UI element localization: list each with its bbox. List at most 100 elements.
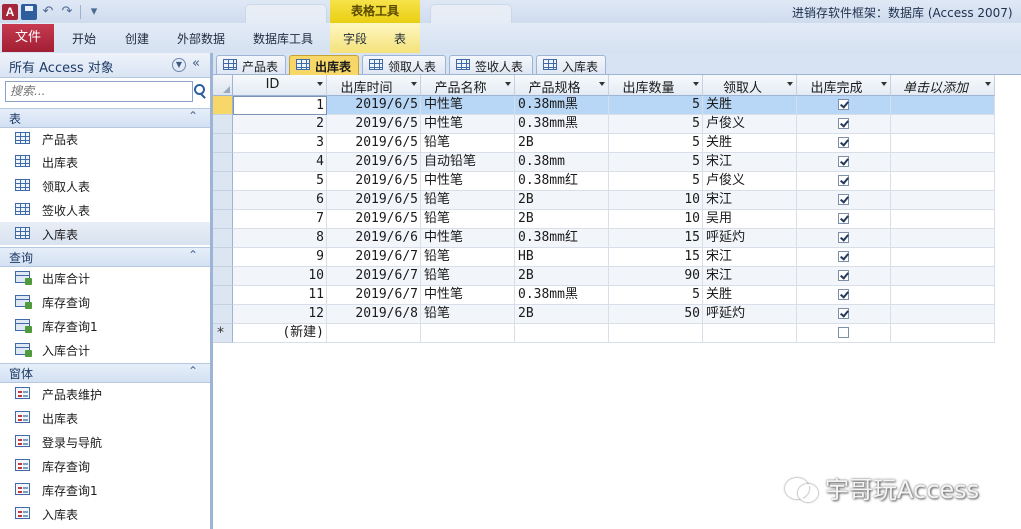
- table-cell[interactable]: 0.38mm黑: [515, 286, 609, 305]
- table-row[interactable]: 1 2019/6/5 中性笔 0.38mm黑 5 关胜: [213, 96, 995, 115]
- table-cell[interactable]: 5: [609, 153, 703, 172]
- checkbox[interactable]: [838, 137, 849, 148]
- table-cell[interactable]: [891, 115, 995, 134]
- column-header-spec[interactable]: 产品规格: [515, 75, 609, 96]
- table-cell[interactable]: 关胜: [703, 134, 797, 153]
- table-cell[interactable]: [703, 324, 797, 343]
- table-cell[interactable]: 呼延灼: [703, 229, 797, 248]
- table-cell[interactable]: [891, 172, 995, 191]
- table-cell[interactable]: 卢俊义: [703, 115, 797, 134]
- table-cell[interactable]: 15: [609, 248, 703, 267]
- redo-icon[interactable]: ↷: [59, 4, 75, 20]
- table-row[interactable]: 8 2019/6/6 中性笔 0.38mm红 15 呼延灼: [213, 229, 995, 248]
- table-row[interactable]: 9 2019/6/7 铅笔 HB 15 宋江: [213, 248, 995, 267]
- customize-toolbar-icon[interactable]: ▾: [86, 4, 102, 20]
- table-cell[interactable]: 铅笔: [421, 191, 515, 210]
- checkbox[interactable]: [838, 232, 849, 243]
- table-cell[interactable]: (新建): [233, 324, 327, 343]
- table-cell[interactable]: [327, 324, 421, 343]
- table-cell[interactable]: 2019/6/7: [327, 267, 421, 286]
- table-cell[interactable]: 2019/6/7: [327, 286, 421, 305]
- table-cell[interactable]: [797, 153, 891, 172]
- nav-item-table[interactable]: 签收人表: [0, 198, 210, 221]
- table-row[interactable]: 11 2019/6/7 中性笔 0.38mm黑 5 关胜: [213, 286, 995, 305]
- column-header-date[interactable]: 出库时间: [327, 75, 421, 96]
- table-cell[interactable]: 中性笔: [421, 229, 515, 248]
- checkbox[interactable]: [838, 194, 849, 205]
- checkbox[interactable]: [838, 251, 849, 262]
- table-cell[interactable]: 2019/6/5: [327, 115, 421, 134]
- table-cell[interactable]: 2B: [515, 191, 609, 210]
- table-row[interactable]: 3 2019/6/5 铅笔 2B 5 关胜: [213, 134, 995, 153]
- table-cell[interactable]: 自动铅笔: [421, 153, 515, 172]
- table-cell[interactable]: HB: [515, 248, 609, 267]
- table-cell[interactable]: 关胜: [703, 96, 797, 115]
- record-selector[interactable]: [213, 267, 233, 286]
- table-cell[interactable]: [891, 191, 995, 210]
- nav-pane-header[interactable]: 所有 Access 对象 ▼ «: [0, 53, 210, 78]
- table-cell[interactable]: 2019/6/7: [327, 248, 421, 267]
- table-cell[interactable]: 铅笔: [421, 210, 515, 229]
- nav-group-forms[interactable]: 窗体 ⌃: [0, 363, 210, 383]
- table-cell[interactable]: [891, 210, 995, 229]
- nav-group-tables[interactable]: 表 ⌃: [0, 108, 210, 128]
- table-cell[interactable]: 0.38mm红: [515, 229, 609, 248]
- table-cell[interactable]: 15: [609, 229, 703, 248]
- nav-item-query[interactable]: 库存查询: [0, 290, 210, 313]
- table-cell[interactable]: [797, 305, 891, 324]
- table-cell[interactable]: [797, 286, 891, 305]
- column-header-add-new[interactable]: 单击以添加: [891, 75, 995, 96]
- table-cell[interactable]: 中性笔: [421, 286, 515, 305]
- nav-item-form[interactable]: 库存查询1: [0, 478, 210, 501]
- table-cell[interactable]: [797, 134, 891, 153]
- table-cell[interactable]: [891, 134, 995, 153]
- table-cell[interactable]: [797, 324, 891, 343]
- table-cell[interactable]: 2019/6/8: [327, 305, 421, 324]
- record-selector[interactable]: [213, 305, 233, 324]
- table-cell[interactable]: 5: [609, 286, 703, 305]
- tab-database-tools[interactable]: 数据库工具: [253, 30, 313, 47]
- nav-item-query[interactable]: 库存查询1: [0, 314, 210, 337]
- table-cell[interactable]: 2: [233, 115, 327, 134]
- table-cell[interactable]: [797, 115, 891, 134]
- access-app-icon[interactable]: A: [2, 3, 18, 20]
- nav-item-table-selected[interactable]: 入库表: [0, 222, 210, 245]
- table-cell[interactable]: 2019/6/5: [327, 96, 421, 115]
- table-cell[interactable]: [891, 248, 995, 267]
- table-cell[interactable]: [515, 324, 609, 343]
- table-cell[interactable]: 1: [233, 96, 327, 115]
- table-cell[interactable]: 10: [609, 191, 703, 210]
- table-cell[interactable]: 90: [609, 267, 703, 286]
- table-row[interactable]: 5 2019/6/5 中性笔 0.38mm红 5 卢俊义: [213, 172, 995, 191]
- table-cell[interactable]: 2019/6/6: [327, 229, 421, 248]
- table-cell[interactable]: 铅笔: [421, 267, 515, 286]
- table-cell[interactable]: 铅笔: [421, 248, 515, 267]
- table-cell[interactable]: [797, 267, 891, 286]
- collapse-group-icon[interactable]: ⌃: [188, 248, 198, 262]
- select-all-corner[interactable]: [213, 75, 233, 96]
- record-selector[interactable]: [213, 286, 233, 305]
- table-cell[interactable]: 5: [609, 134, 703, 153]
- table-cell[interactable]: 12: [233, 305, 327, 324]
- checkbox[interactable]: [838, 270, 849, 281]
- nav-item-query[interactable]: 出库合计: [0, 266, 210, 289]
- tab-create[interactable]: 创建: [125, 30, 149, 47]
- table-cell[interactable]: 宋江: [703, 153, 797, 172]
- table-cell[interactable]: 2019/6/5: [327, 172, 421, 191]
- table-cell[interactable]: 2019/6/5: [327, 134, 421, 153]
- table-cell[interactable]: 铅笔: [421, 134, 515, 153]
- record-selector[interactable]: [213, 153, 233, 172]
- nav-search-input[interactable]: [6, 82, 184, 99]
- chevron-down-icon[interactable]: [985, 82, 991, 86]
- table-cell[interactable]: [797, 229, 891, 248]
- column-header-done[interactable]: 出库完成: [797, 75, 891, 96]
- doc-tab-inbound[interactable]: 入库表: [536, 55, 606, 74]
- record-selector[interactable]: [213, 248, 233, 267]
- tab-file[interactable]: 文件: [2, 24, 54, 52]
- table-row[interactable]: 12 2019/6/8 铅笔 2B 50 呼延灼: [213, 305, 995, 324]
- table-row[interactable]: 10 2019/6/7 铅笔 2B 90 宋江: [213, 267, 995, 286]
- record-selector[interactable]: [213, 191, 233, 210]
- table-cell[interactable]: [891, 286, 995, 305]
- table-cell[interactable]: [891, 305, 995, 324]
- checkbox[interactable]: [838, 175, 849, 186]
